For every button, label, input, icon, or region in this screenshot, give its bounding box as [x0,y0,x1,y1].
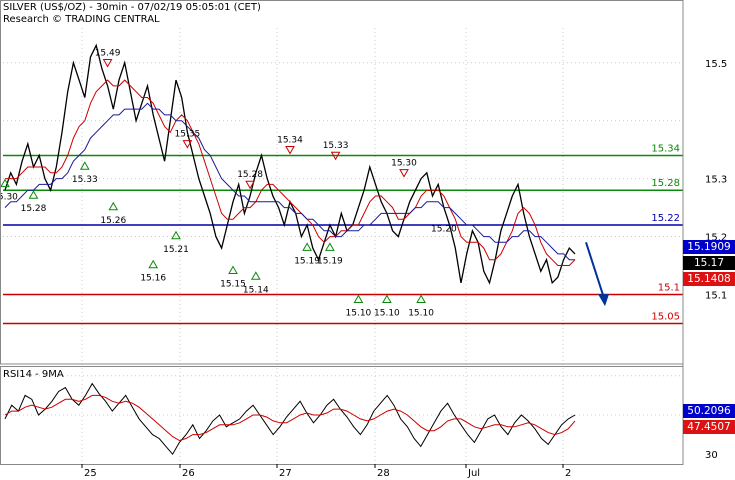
price-tick-label: 15.1 [705,290,727,301]
forecast-arrow-head [598,294,609,307]
x-tick-label: Jul [467,468,480,479]
level-label: 15.1 [658,282,680,293]
price-series [4,43,576,285]
level-label: 15.22 [651,213,680,224]
low-marker-triangle [325,242,335,251]
low-marker-triangle [302,242,312,251]
low-marker-label: 15.16 [140,274,166,284]
low-marker-label: 15.10 [346,308,372,318]
low-marker-label: 15.10 [374,308,400,318]
low-marker-label: 15.19 [317,256,343,266]
ma-fast-line [5,79,576,266]
forecast-arrow-shaft [585,242,605,299]
high-marker-label: 15.33 [323,141,349,151]
rsi-panel: RSI14 - 9MA [3,369,576,456]
low-marker-label: 15.21 [163,245,189,255]
rsi-value-badge: 50.2096 [683,404,735,418]
rsi-tick-label: 30 [705,450,718,461]
grid [3,28,683,464]
rsi-ma-badge: 47.4507 [683,420,735,434]
low-marker-triangle [108,201,119,211]
x-tick-label: 28 [377,468,390,479]
rsi-title: RSI14 - 9MA [3,369,64,380]
high-marker-triangle [399,169,409,178]
high-marker-triangle [285,145,295,155]
price-last-badge: 15.17 [683,256,735,270]
low-marker-label: 15.10 [408,308,434,318]
low-marker-label: 15.26 [100,216,126,226]
high-marker-label: 15.34 [277,135,303,145]
low-marker-triangle [228,265,238,275]
x-tick-label: 26 [182,468,195,479]
chart-title: SILVER (US$/OZ) - 30min - 07/02/19 05:05… [3,2,261,13]
chart-canvas: 15.3415.2815.2215.115.05 15.3015.2815.33… [0,0,727,479]
low-marker-label: 15.30 [0,193,18,203]
x-tick-label: 25 [84,468,97,479]
low-marker-triangle [148,259,159,269]
high-marker-label: 15.28 [237,170,263,180]
low-marker-triangle [171,230,181,240]
high-marker-label: 15.49 [95,49,121,59]
price-line [4,43,576,285]
high-marker-label: 15.35 [175,130,201,140]
annotations: 15.3015.2815.3315.2615.4915.1615.2115.35… [0,49,609,318]
level-label: 15.34 [651,143,680,154]
high-marker-label: 15.30 [391,159,417,169]
low-marker-label: 15.28 [21,204,47,214]
rsi-panel-frame [0,366,684,465]
low-marker-triangle [353,294,364,303]
low-marker-triangle [382,294,392,303]
chart-source: Research © TRADING CENTRAL [3,14,160,25]
level-marker-label: 15.20 [431,225,457,235]
level-label: 15.05 [651,311,680,322]
price-lower-badge: 15.1408 [683,272,735,286]
price-levels: 15.34 15.28 15.22 15.1 15.05 [3,143,683,325]
x-tick-label: 2 [565,468,571,479]
price-upper-badge: 15.1909 [683,240,735,254]
low-marker-triangle [28,190,39,199]
price-tick-label: 15.3 [705,175,727,186]
low-marker-label: 15.33 [72,175,98,185]
x-tick-label: 27 [279,468,292,479]
low-marker-triangle [416,294,426,303]
level-label: 15.28 [651,178,680,189]
low-marker-triangle [250,271,261,280]
rsi-line [4,382,576,456]
price-tick-label: 15.5 [705,59,727,70]
low-marker-label: 15.14 [243,285,269,295]
